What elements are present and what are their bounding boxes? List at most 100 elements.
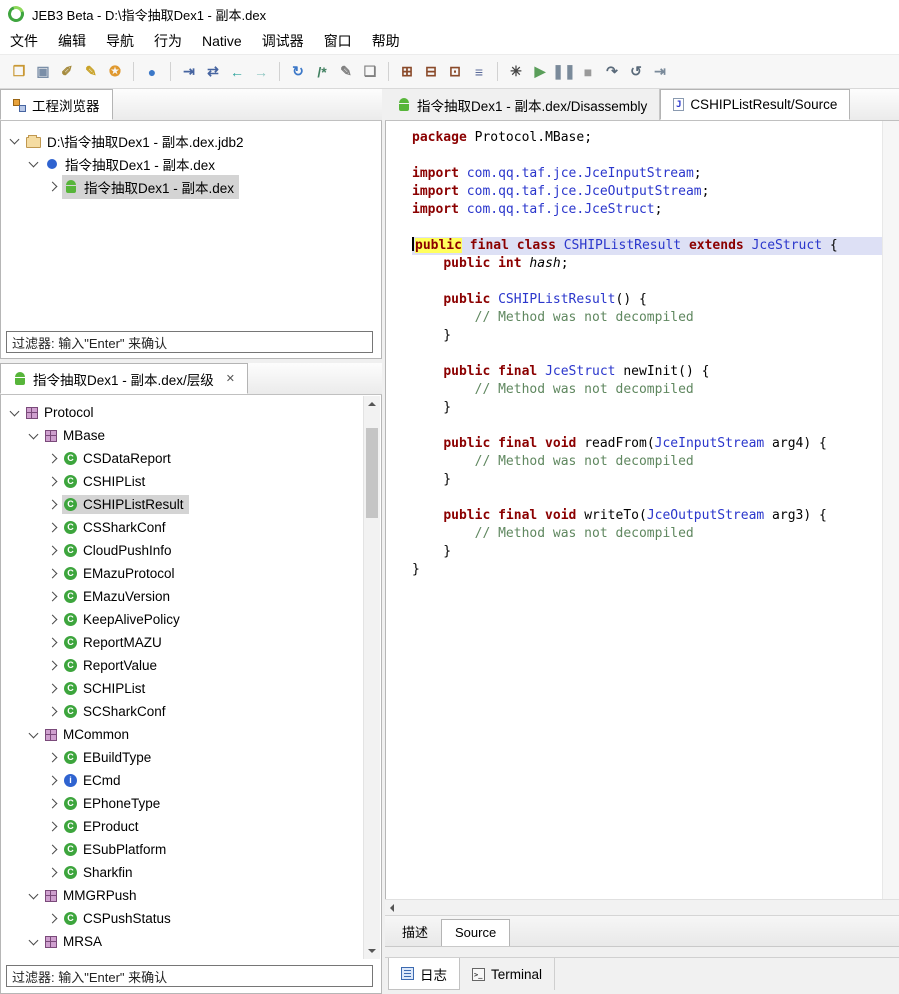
code-line[interactable] [412,147,899,165]
settings-icon[interactable]: ✳ [505,60,527,84]
chevron-right-icon[interactable] [47,453,58,464]
tree-row[interactable]: MRSA [1,930,381,953]
tree-row[interactable]: MMGRPush [1,884,381,907]
tree-row[interactable]: EProduct [1,815,381,838]
goto-symbol-icon[interactable]: ⇄ [202,60,224,84]
code-line[interactable]: } [412,327,899,345]
chevron-down-icon[interactable] [28,889,39,899]
tree-row[interactable]: ECmd [1,769,381,792]
run-icon[interactable]: ▶ [529,60,551,84]
close-icon[interactable]: ✕ [226,372,235,385]
code-line[interactable]: public CSHIPListResult() { [412,291,899,309]
chevron-right-icon[interactable] [47,752,58,763]
code-line[interactable] [412,489,899,507]
tree-row[interactable]: CloudPushInfo [1,539,381,562]
tab-project-browser[interactable]: 工程浏览器 [0,89,113,120]
code-line[interactable]: import com.qq.taf.jce.JceInputStream; [412,165,899,183]
chevron-right-icon[interactable] [47,660,58,671]
refresh-icon[interactable]: ↻ [287,60,309,84]
chevron-right-icon[interactable] [47,798,58,809]
code-line[interactable]: public final class CSHIPListResult exten… [412,237,899,255]
menu-窗口[interactable]: 窗口 [314,28,362,54]
menu-Native[interactable]: Native [192,30,252,52]
attach-icon[interactable]: ⇥ [649,60,671,84]
forward-icon[interactable]: → [250,60,272,84]
stop-icon[interactable]: ■ [577,60,599,84]
code-line[interactable]: // Method was not decompiled [412,309,899,327]
pause-icon[interactable]: ❚❚ [552,60,575,84]
code-line[interactable]: } [412,471,899,489]
chevron-right-icon[interactable] [47,775,58,786]
project-filter-input[interactable] [6,331,373,353]
tab-hierarchy[interactable]: 指令抽取Dex1 - 副本.dex/层级 ✕ [0,363,248,394]
menu-调试器[interactable]: 调试器 [252,28,314,54]
save-icon[interactable]: ▣ [32,60,54,84]
chevron-right-icon[interactable] [47,913,58,924]
chevron-right-icon[interactable] [47,844,58,855]
chevron-right-icon[interactable] [47,614,58,625]
code-line[interactable]: public final void writeTo(JceOutputStrea… [412,507,899,525]
tab-terminal[interactable]: Terminal [460,958,556,990]
menu-编辑[interactable]: 编辑 [48,28,96,54]
code-line[interactable]: import com.qq.taf.jce.JceStruct; [412,201,899,219]
tree-row[interactable]: CSPushStatus [1,907,381,930]
tab-log[interactable]: 日志 [388,958,460,990]
tree-row[interactable]: 指令抽取Dex1 - 副本.dex [1,174,381,199]
source-editor[interactable]: package Protocol.MBase; import com.qq.taf… [385,121,899,899]
scroll-down-icon[interactable] [368,949,376,953]
editor-vertical-scrollbar[interactable] [882,121,899,899]
tree-row[interactable]: CSSharkConf [1,516,381,539]
code-line[interactable]: public final void readFrom(JceInputStrea… [412,435,899,453]
code-line[interactable]: public final JceStruct newInit() { [412,363,899,381]
chevron-down-icon[interactable] [28,728,39,738]
code-line[interactable] [412,219,899,237]
menu-行为[interactable]: 行为 [144,28,192,54]
tree-row[interactable]: CSHIPList [1,470,381,493]
decompile-icon[interactable]: ⊟ [420,60,442,84]
tab-source-view[interactable]: Source [441,919,511,946]
hex-view-icon[interactable]: ⊡ [444,60,466,84]
comment-icon[interactable]: /* [311,60,333,84]
code-line[interactable]: package Protocol.MBase; [412,129,899,147]
code-line[interactable]: } [412,543,899,561]
tree-row[interactable]: MCommon [1,723,381,746]
chevron-down-icon[interactable] [9,134,20,144]
chevron-right-icon[interactable] [47,867,58,878]
back-icon[interactable]: ← [226,60,248,84]
tree-row[interactable]: CSHIPListResult [1,493,381,516]
edit-icon[interactable]: ✎ [335,60,357,84]
step-over-icon[interactable]: ↷ [601,60,623,84]
menu-文件[interactable]: 文件 [0,28,48,54]
restart-icon[interactable]: ↺ [625,60,647,84]
chevron-right-icon[interactable] [47,522,58,533]
code-line[interactable]: // Method was not decompiled [412,525,899,543]
chevron-right-icon[interactable] [47,591,58,602]
chevron-right-icon[interactable] [47,568,58,579]
title-bar[interactable]: JEB3 Beta - D:\指令抽取Dex1 - 副本.dex [0,0,899,28]
tab-disassembly[interactable]: 指令抽取Dex1 - 副本.dex/Disassembly [385,89,661,120]
tree-row[interactable]: Protocol [1,401,381,424]
pen-icon[interactable]: ✎ [80,60,102,84]
chevron-right-icon[interactable] [47,821,58,832]
scroll-up-icon[interactable] [368,402,376,406]
tab-source[interactable]: CSHIPListResult/Source [660,89,851,120]
code-line[interactable]: // Method was not decompiled [412,381,899,399]
bytecode-view-icon[interactable]: ⊞ [396,60,418,84]
code-line[interactable] [412,417,899,435]
code-line[interactable]: } [412,561,899,579]
chevron-right-icon[interactable] [47,476,58,487]
tree-row[interactable]: ReportMAZU [1,631,381,654]
chevron-right-icon[interactable] [47,499,58,510]
goto-address-icon[interactable]: ⇥ [178,60,200,84]
scrollbar-thumb[interactable] [366,428,378,518]
chevron-right-icon[interactable] [47,706,58,717]
chevron-right-icon[interactable] [47,637,58,648]
code-area[interactable]: package Protocol.MBase; import com.qq.taf… [386,121,899,579]
tree-row[interactable]: Sharkfin [1,861,381,884]
scroll-left-icon[interactable] [390,904,394,912]
tree-row[interactable]: ReportValue [1,654,381,677]
tree-row[interactable]: EMazuVersion [1,585,381,608]
tree-row[interactable]: SCHIPList [1,677,381,700]
editor-horizontal-scrollbar[interactable] [385,899,899,916]
tree-row[interactable]: 指令抽取Dex1 - 副本.dex [1,152,381,175]
